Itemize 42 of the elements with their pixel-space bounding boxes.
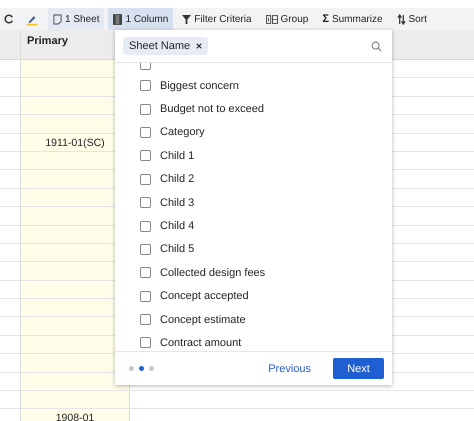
checkbox[interactable] [140,267,151,278]
option-label[interactable]: Concept accepted [160,290,249,302]
checkbox[interactable] [140,197,151,208]
checkbox[interactable] [140,244,151,255]
chip-label: Sheet Name [129,40,190,52]
option-label[interactable]: Child 1 [160,150,194,162]
toolbar-button[interactable]: 1 Sheet [48,8,104,30]
toolbar-button[interactable]: Sort [392,8,432,30]
option-label[interactable]: Contract amount [160,336,242,349]
option-label[interactable]: Biggest concern [160,80,239,92]
checkbox[interactable] [140,104,151,115]
next-button[interactable]: Next [333,358,384,379]
remove-icon[interactable] [196,43,202,49]
checkbox[interactable] [140,337,151,348]
refresh-icon[interactable] [4,14,14,24]
option-label[interactable]: Child 5 [160,243,194,256]
toolbar-button[interactable]: Filter Criteria [177,8,257,30]
checkbox[interactable] [140,290,151,302]
option-label[interactable]: Child 2 [160,173,194,186]
group-icon [266,14,278,24]
page-icon [53,14,62,24]
option-label[interactable]: Category [160,126,205,138]
checkbox[interactable] [140,220,151,232]
toolbar-button[interactable]: 1 Column [108,8,174,30]
checkbox[interactable] [140,174,151,185]
toolbar-button[interactable]: Group [260,8,314,30]
checkbox[interactable] [140,314,151,326]
option-label[interactable]: Child 4 [160,220,194,232]
sort-icon [396,14,406,24]
checkbox[interactable] [140,126,151,138]
option-label[interactable]: Concept estimate [160,314,246,326]
search-field[interactable]: Sheet Name [115,30,392,63]
column-icon [113,14,122,24]
checkbox[interactable] [140,150,151,162]
filter-icon [182,14,192,24]
checkbox[interactable] [140,80,151,92]
option-label[interactable]: Child 3 [160,196,194,209]
search-icon[interactable] [371,40,382,52]
option-label[interactable]: Collected design fees [160,266,266,279]
option-label[interactable]: Budget not to exceed [160,103,264,116]
toolbar-button[interactable]: Σ Summarize [317,8,388,30]
previous-button[interactable]: Previous [262,362,317,376]
